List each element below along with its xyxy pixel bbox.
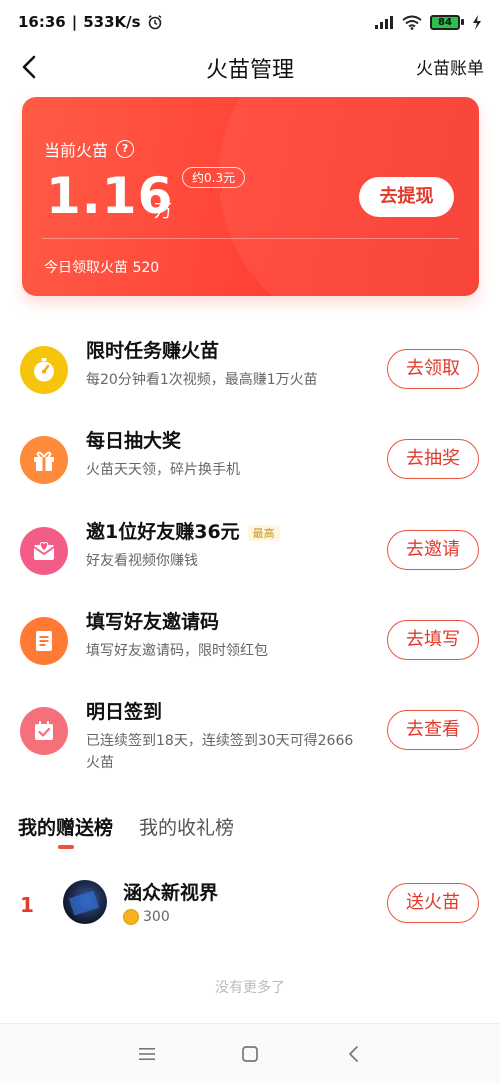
signal-icon [375, 16, 393, 29]
no-more-text: 没有更多了 [215, 980, 285, 996]
task-item-invite: 邀1位好友赚36元 最高 好友看视频你赚钱 去邀请 [0, 521, 500, 607]
task-title: 每日抽大奖 [86, 430, 182, 452]
balance-card: 当前火苗 ? 1.16 万 约0.3元 去提现 今日领取火苗 520 [22, 97, 479, 296]
today-received-text: 今日领取火苗 520 [44, 260, 160, 276]
task-desc: 每20分钟看1次视频，最高赚1万火苗 [86, 372, 318, 388]
ranking-tabs: 我的赠送榜 我的收礼榜 [18, 813, 234, 849]
tab-label: 我的赠送榜 [18, 817, 114, 839]
gift-icon [20, 436, 68, 484]
rank-coins: 300 [123, 909, 170, 925]
task-item-invite-code: 填写好友邀请码 填写好友邀请码，限时领红包 去填写 [0, 611, 500, 697]
coin-icon [123, 909, 139, 925]
envelope-heart-icon [20, 527, 68, 575]
system-nav-bar [0, 1023, 500, 1083]
task-title-text: 邀1位好友赚36元 [86, 521, 240, 543]
home-square-icon[interactable] [238, 1042, 262, 1066]
ranking-row: 1 涵众新视界 300 送火苗 [0, 875, 500, 935]
balance-unit: 万 [154, 201, 172, 222]
tab-gift-sent[interactable]: 我的赠送榜 [18, 813, 114, 849]
task-item-limited-time: 限时任务赚火苗 每20分钟看1次视频，最高赚1万火苗 去领取 [0, 340, 500, 426]
battery-level: 84 [430, 14, 460, 30]
balance-approx-badge: 约0.3元 [182, 167, 246, 188]
coin-count: 300 [143, 909, 170, 925]
battery-indicator: 84 [430, 14, 464, 30]
battery-tip [461, 19, 464, 25]
question-circle-icon[interactable]: ? [116, 140, 135, 158]
task-title: 邀1位好友赚36元 最高 [86, 517, 280, 544]
task-title: 明日签到 [86, 701, 163, 723]
status-bar: 16:36 | 533K/s 84 [0, 0, 500, 44]
status-left: 16:36 | 533K/s [18, 13, 163, 31]
rank-user-name: 涵众新视界 [123, 882, 219, 904]
task-item-daily-draw: 每日抽大奖 火苗天天领，碎片换手机 去抽奖 [0, 430, 500, 516]
charging-icon [473, 14, 481, 30]
stopwatch-icon [20, 346, 68, 394]
task-title: 填写好友邀请码 [86, 611, 220, 633]
withdraw-button[interactable]: 去提现 [359, 177, 454, 217]
fill-code-button[interactable]: 去填写 [387, 620, 479, 660]
task-desc: 好友看视频你赚钱 [86, 553, 198, 569]
send-flame-button[interactable]: 送火苗 [387, 883, 479, 923]
tab-active-indicator [57, 845, 74, 849]
task-desc: 已连续签到18天，连续签到30天可得2666火苗 [86, 733, 354, 771]
task-title: 限时任务赚火苗 [86, 340, 220, 362]
task-item-sign-in: 明日签到 已连续签到18天，连续签到30天可得2666火苗 去查看 [0, 701, 500, 787]
avatar[interactable] [63, 880, 107, 924]
task-desc: 火苗天天领，碎片换手机 [86, 462, 240, 478]
menu-icon[interactable] [135, 1042, 159, 1066]
calendar-check-icon [20, 707, 68, 755]
invite-button[interactable]: 去邀请 [387, 530, 479, 570]
status-right: 84 [374, 14, 482, 30]
header: 火苗管理 火苗账单 [0, 44, 500, 90]
tab-gift-received[interactable]: 我的收礼榜 [139, 813, 234, 840]
bill-link[interactable]: 火苗账单 [416, 54, 484, 79]
card-divider [42, 238, 459, 239]
status-speed: 533K/s [83, 13, 141, 31]
tab-label: 我的收礼榜 [139, 817, 235, 839]
balance-label-row: 当前火苗 ? [44, 137, 135, 161]
max-tag: 最高 [247, 524, 280, 541]
view-button[interactable]: 去查看 [387, 710, 479, 750]
status-time: 16:36 [18, 13, 66, 31]
claim-button[interactable]: 去领取 [387, 349, 479, 389]
back-triangle-icon[interactable] [342, 1042, 366, 1066]
status-divider: | [71, 13, 78, 31]
wifi-icon [402, 15, 422, 30]
document-icon [20, 617, 68, 665]
draw-button[interactable]: 去抽奖 [387, 439, 479, 479]
task-desc: 填写好友邀请码，限时领红包 [86, 643, 268, 659]
balance-label: 当前火苗 [44, 141, 109, 160]
rank-number: 1 [20, 893, 34, 917]
alarm-icon [148, 15, 162, 30]
